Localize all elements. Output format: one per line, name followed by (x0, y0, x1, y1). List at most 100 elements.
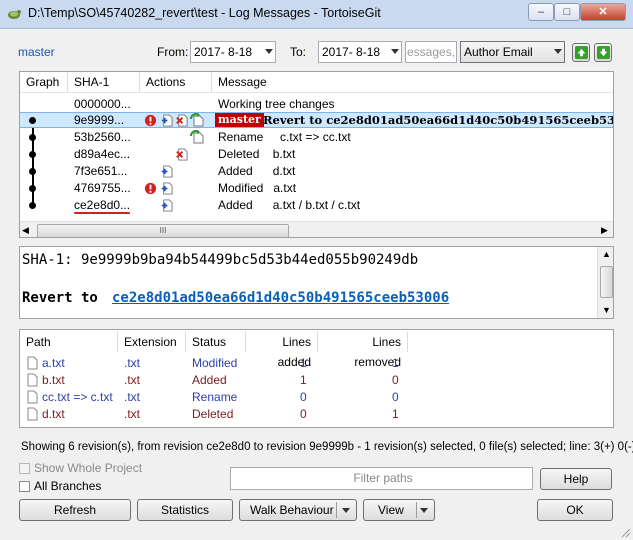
to-date-value: 2017- 8-18 (322, 45, 381, 59)
from-label: From: (157, 45, 189, 59)
close-button[interactable]: ✕ (580, 3, 626, 21)
commit-node (29, 117, 36, 124)
file-status: Modified (192, 356, 238, 370)
file-icon (27, 356, 38, 370)
commit-node (29, 202, 36, 209)
chevron-down-icon (265, 49, 273, 54)
show-whole-project-checkbox[interactable] (19, 463, 30, 474)
file-deleted-icon (176, 114, 188, 127)
column-header-sha[interactable]: SHA-1 (68, 72, 140, 92)
column-header-message[interactable]: Message (212, 72, 613, 92)
search-field-value: Author Email (464, 45, 533, 59)
file-status: Rename (192, 390, 238, 404)
vertical-scrollbar[interactable]: ▲ ▼ (597, 247, 613, 318)
file-row[interactable]: cc.txt => c.txt .txt Rename 0 0 (20, 389, 613, 406)
file-added-icon (161, 114, 173, 127)
to-label: To: (290, 45, 307, 59)
file-path: b.txt (42, 373, 65, 387)
resize-grip-icon[interactable] (620, 527, 631, 538)
revert-commit-link[interactable]: ce2e8d01ad50ea66d1d40c50b491565ceeb53006 (112, 290, 449, 306)
from-date-picker[interactable]: 2017- 8-18 (190, 41, 276, 63)
column-header-path[interactable]: Path (20, 332, 118, 352)
all-branches-label: All Branches (34, 479, 102, 493)
message-cell: Revert to ce2e8d01ad50ea66d1d40c50b49156… (263, 113, 614, 127)
chevron-down-icon[interactable] (342, 508, 350, 513)
commit-node (29, 134, 36, 141)
to-date-picker[interactable]: 2017- 8-18 (318, 41, 402, 63)
column-header-extension[interactable]: Extension (118, 332, 186, 352)
log-row[interactable]: d89a4ec... Deleted b.txt (20, 146, 613, 163)
walk-behaviour-button[interactable]: Walk Behaviour (239, 499, 357, 521)
help-button[interactable]: Help (540, 468, 612, 490)
log-row[interactable]: 0000000... Working tree changes (20, 96, 613, 113)
column-header-actions[interactable]: Actions (140, 72, 212, 92)
next-button[interactable] (594, 43, 612, 62)
horizontal-scrollbar[interactable]: ◀ III ▶ (20, 221, 613, 237)
file-row[interactable]: b.txt .txt Added 1 0 (20, 372, 613, 389)
search-field-dropdown[interactable]: Author Email (460, 41, 565, 63)
scroll-thumb[interactable] (600, 266, 613, 298)
statistics-button[interactable]: Statistics (137, 499, 233, 521)
minimize-button[interactable]: – (528, 3, 554, 21)
column-header-status[interactable]: Status (186, 332, 246, 352)
maximize-button[interactable]: □ (554, 3, 580, 21)
scroll-up-icon[interactable]: ▲ (602, 249, 611, 259)
lines-added: 0 (300, 407, 307, 421)
scroll-thumb[interactable]: III (37, 224, 289, 237)
message-cell: Rename c.txt => cc.txt (218, 130, 351, 144)
sha-cell: 53b2560... (74, 130, 131, 144)
file-row[interactable]: a.txt .txt Modified 1 1 (20, 355, 613, 372)
filter-paths-input[interactable]: Filter paths (230, 467, 533, 490)
log-row[interactable]: 4769755... Modified a.txt (20, 180, 613, 197)
lines-added: 1 (300, 373, 307, 387)
walk-behaviour-label: Walk Behaviour (250, 503, 334, 517)
log-row[interactable]: 7f3e651... Added d.txt (20, 163, 613, 180)
conflict-icon (144, 114, 157, 127)
all-branches-checkbox[interactable] (19, 481, 30, 492)
file-extension: .txt (124, 407, 141, 421)
file-extension: .txt (124, 356, 141, 370)
scroll-down-icon[interactable]: ▼ (602, 305, 611, 315)
log-row-selected[interactable]: 9e9999... master Revert to ce2e8d01ad50e… (20, 112, 614, 128)
branch-badge: master (215, 113, 264, 127)
file-icon (27, 373, 38, 387)
view-button[interactable]: View (363, 499, 435, 521)
file-row[interactable]: d.txt .txt Deleted 0 1 (20, 406, 613, 423)
log-row[interactable]: 53b2560... Rename c.txt => cc.txt (20, 129, 613, 146)
scroll-right-icon[interactable]: ▶ (601, 225, 608, 236)
column-header-lines-added[interactable]: Lines added (246, 332, 318, 369)
branch-link[interactable]: master (18, 45, 55, 59)
sha-cell: 7f3e651... (74, 164, 128, 178)
chevron-down-icon[interactable] (420, 508, 428, 513)
log-list[interactable]: Graph SHA-1 Actions Message 0000000... W… (19, 71, 614, 238)
from-date-value: 2017- 8-18 (194, 45, 253, 59)
commit-detail[interactable]: SHA-1: 9e9999b9ba94b54499bc5d53b44ed055b… (19, 246, 614, 319)
file-icon (27, 390, 38, 404)
down-arrow-icon (596, 45, 610, 60)
lines-added: 1 (300, 356, 307, 370)
previous-button[interactable] (572, 43, 590, 62)
column-header-graph[interactable]: Graph (20, 72, 68, 92)
sha-cell: 0000000... (74, 97, 131, 111)
sha-cell: d89a4ec... (74, 147, 131, 161)
file-path: d.txt (42, 407, 65, 421)
lines-removed: 1 (392, 407, 399, 421)
tortoisegit-app-icon (8, 10, 21, 19)
search-input[interactable]: essages, P (405, 41, 457, 63)
scroll-left-icon[interactable]: ◀ (22, 225, 29, 236)
ok-button[interactable]: OK (537, 499, 613, 521)
changed-files-list[interactable]: Path Extension Status Lines added Lines … (19, 329, 614, 428)
file-icon (27, 407, 38, 421)
chevron-down-icon (391, 49, 399, 54)
message-cell: Added d.txt (218, 164, 296, 178)
file-extension: .txt (124, 373, 141, 387)
refresh-button[interactable]: Refresh (19, 499, 131, 521)
message-cell: Working tree changes (218, 97, 335, 111)
file-added-icon (161, 199, 173, 212)
message-cell: Added a.txt / b.txt / c.txt (218, 198, 361, 212)
sha-detail-line: SHA-1: 9e9999b9ba94b54499bc5d53b44ed055b… (22, 252, 419, 268)
column-header-lines-removed[interactable]: Lines removed (318, 332, 408, 369)
revert-prefix: Revert to (22, 290, 107, 306)
file-path: a.txt (42, 356, 65, 370)
message-cell: Deleted b.txt (218, 147, 296, 161)
